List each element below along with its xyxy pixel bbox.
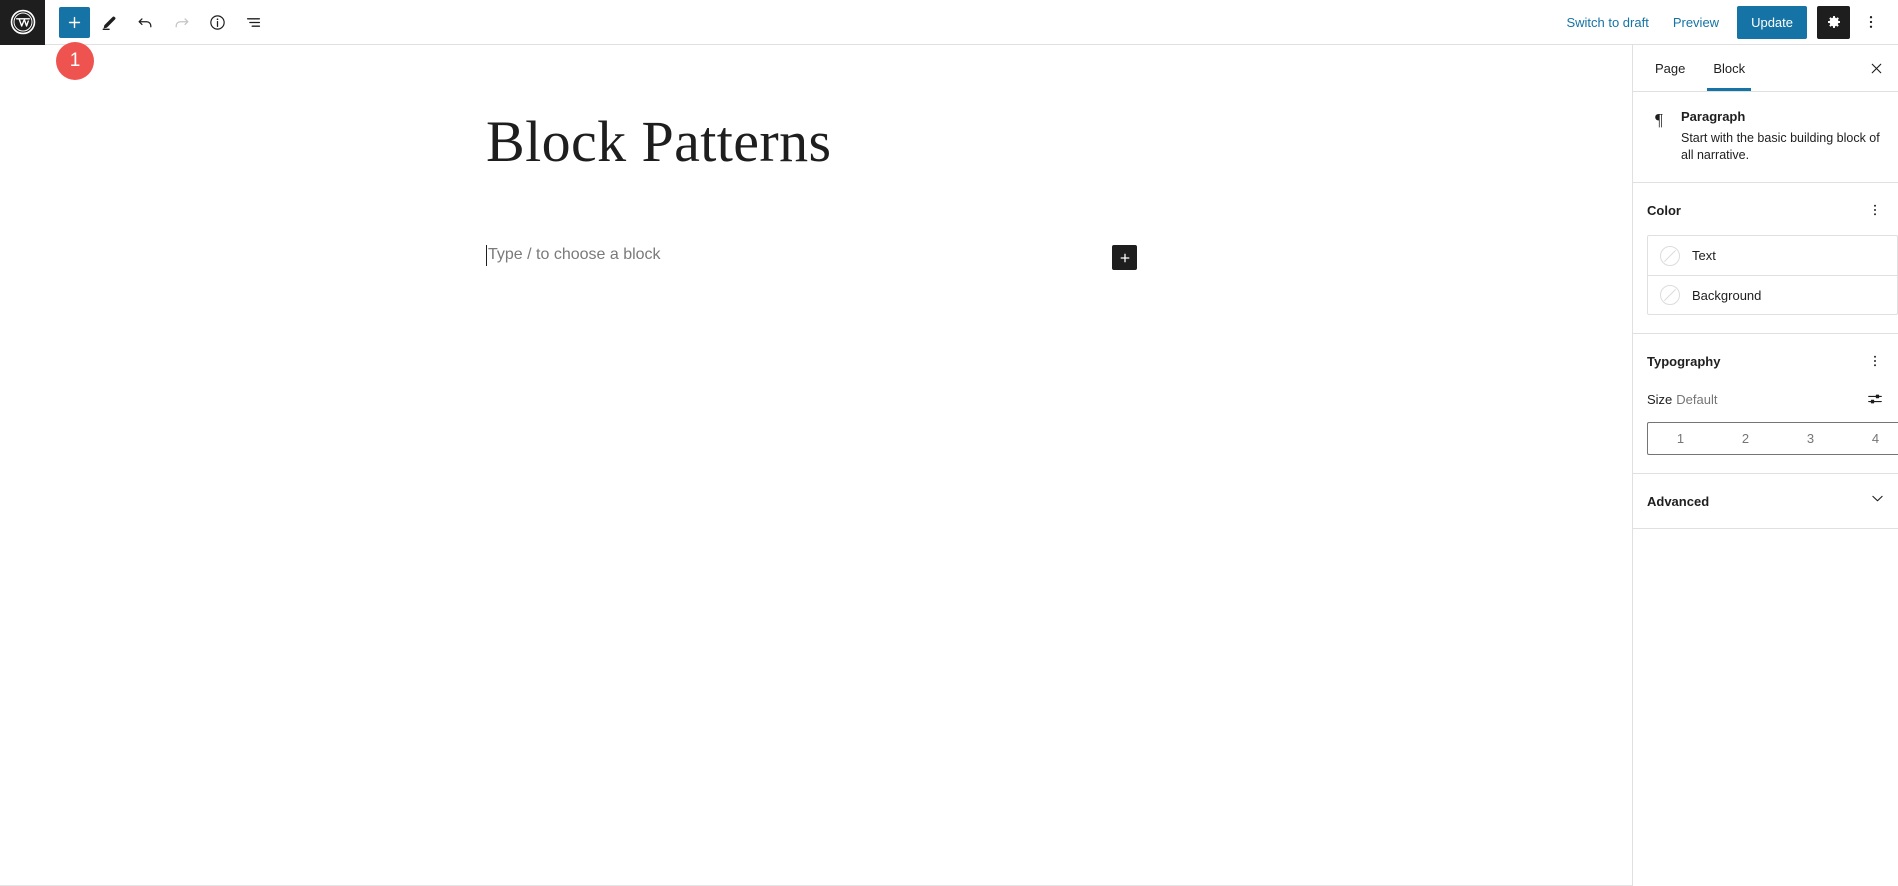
step-number-badge: 1 [56, 42, 94, 80]
font-size-step-4[interactable]: 4 [1843, 423, 1898, 454]
tab-page[interactable]: Page [1641, 45, 1699, 91]
editor-canvas[interactable]: Block Patterns Type / to choose a block [0, 45, 1632, 886]
color-panel-header: Color [1633, 183, 1898, 235]
paragraph-placeholder: Type / to choose a block [488, 246, 661, 263]
block-info-card: ¶ Paragraph Start with the basic buildin… [1633, 92, 1898, 183]
undo-button[interactable] [128, 5, 162, 39]
preview-button[interactable]: Preview [1661, 7, 1731, 38]
header-tool-group [45, 5, 270, 39]
redo-button[interactable] [164, 5, 198, 39]
typography-panel-title: Typography [1647, 353, 1721, 369]
color-options-ellipsis-icon[interactable] [1862, 197, 1888, 223]
font-size-row: Size Default [1633, 386, 1898, 412]
font-size-step-group: 1 2 3 4 [1647, 422, 1898, 455]
typography-panel: Typography Size Default 1 2 3 4 [1633, 334, 1898, 474]
settings-sidebar: Page Block ¶ Paragraph Start with the ba… [1632, 45, 1898, 886]
color-panel: Color Text Background [1633, 183, 1898, 334]
switch-to-draft-button[interactable]: Switch to draft [1554, 7, 1660, 38]
advanced-panel-toggle[interactable]: Advanced [1633, 474, 1898, 528]
close-icon[interactable] [1860, 52, 1892, 84]
block-info-text: Paragraph Start with the basic building … [1681, 108, 1882, 164]
settings-gear-icon[interactable] [1817, 5, 1850, 39]
header-actions: Switch to draft Preview Update [1554, 5, 1898, 39]
font-size-step-1[interactable]: 1 [1648, 423, 1713, 454]
inline-add-block-button[interactable] [1112, 245, 1137, 270]
chevron-down-icon [1869, 490, 1886, 512]
paragraph-pilcrow-icon: ¶ [1655, 110, 1663, 129]
edit-tool-button[interactable] [92, 5, 126, 39]
more-options-icon[interactable] [1854, 5, 1888, 39]
typography-options-ellipsis-icon[interactable] [1862, 348, 1888, 374]
wordpress-block-editor: Switch to draft Preview Update 1 Block P… [0, 0, 1898, 886]
color-row-text-label: Text [1692, 248, 1716, 263]
post-title[interactable]: Block Patterns [486, 110, 832, 174]
font-size-label: Size [1647, 391, 1673, 407]
sidebar-tab-bar: Page Block [1633, 45, 1898, 92]
text-caret [486, 244, 487, 266]
font-size-label-group: Size Default [1647, 392, 1718, 407]
block-name-label: Paragraph [1681, 109, 1746, 124]
list-view-button[interactable] [236, 5, 270, 39]
custom-size-sliders-icon[interactable] [1862, 386, 1888, 412]
wordpress-logo-icon[interactable] [0, 0, 45, 45]
block-description: Start with the basic building block of a… [1681, 131, 1880, 162]
color-row-background[interactable]: Background [1648, 275, 1897, 314]
font-size-step-3[interactable]: 3 [1778, 423, 1843, 454]
no-color-swatch-icon [1660, 285, 1680, 305]
update-button[interactable]: Update [1737, 5, 1807, 39]
editor-header: Switch to draft Preview Update [0, 0, 1898, 45]
typography-panel-header: Typography [1633, 334, 1898, 386]
font-size-step-2[interactable]: 2 [1713, 423, 1778, 454]
color-panel-title: Color [1647, 202, 1681, 218]
color-row-background-label: Background [1692, 287, 1762, 303]
details-info-button[interactable] [200, 5, 234, 39]
no-color-swatch-icon [1660, 245, 1680, 266]
color-option-list: Text Background [1647, 235, 1898, 315]
tab-block[interactable]: Block [1699, 45, 1759, 91]
paragraph-block[interactable]: Type / to choose a block [486, 240, 1131, 270]
font-size-value: Default [1676, 391, 1718, 407]
add-block-button[interactable] [59, 6, 90, 38]
advanced-panel: Advanced [1633, 474, 1898, 529]
color-row-text[interactable]: Text [1648, 236, 1897, 275]
advanced-panel-title: Advanced [1647, 493, 1710, 509]
